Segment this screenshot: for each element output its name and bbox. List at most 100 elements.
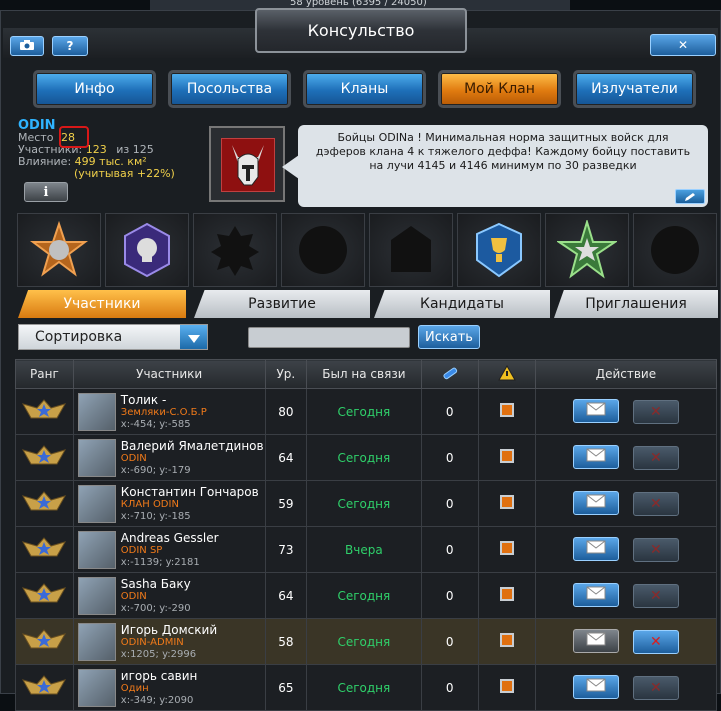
rank-cell xyxy=(15,480,74,527)
member-name[interactable]: игорь савин xyxy=(121,669,198,683)
tab-development[interactable]: Развитие xyxy=(194,290,370,318)
header-troops[interactable] xyxy=(420,359,479,389)
avatar[interactable] xyxy=(77,668,116,707)
table-row[interactable]: Толик - Земляки-С.О.Б.Р x:-454; y:-585 80 Се… xyxy=(15,388,718,435)
member-coords[interactable]: x:-1139; y:2181 xyxy=(121,557,219,569)
star-medal-icon[interactable] xyxy=(545,213,629,287)
table-row[interactable]: Andreas Gessler ODIN SP x:-1139; y:2181 73 В… xyxy=(15,526,718,573)
search-input[interactable] xyxy=(248,327,410,348)
member-name[interactable]: Валерий Ямалетдинов xyxy=(121,439,264,453)
avatar[interactable] xyxy=(77,530,116,569)
skull-medal-icon[interactable] xyxy=(105,213,189,287)
rank-cell xyxy=(15,572,74,619)
member-last-online: Вчера xyxy=(306,526,422,573)
member-cell[interactable]: Константин Гончаров КЛАН ODIN x:-710; y:-1… xyxy=(72,480,266,527)
nav-emitters[interactable]: Излучатели xyxy=(573,70,696,108)
screenshot-button[interactable] xyxy=(10,36,44,56)
header-level[interactable]: Ур. xyxy=(264,359,308,389)
nav-my-clan[interactable]: Мой Клан xyxy=(438,70,561,108)
member-checkbox[interactable] xyxy=(499,679,514,693)
tab-candidates[interactable]: Кандидаты xyxy=(374,290,550,318)
rank-insignia-icon xyxy=(21,674,67,701)
locked-medal-icon[interactable] xyxy=(281,213,365,287)
header-action: Действие xyxy=(534,359,718,389)
nav-clans[interactable]: Кланы xyxy=(303,70,426,108)
avatar[interactable] xyxy=(77,392,116,431)
action-cell: ✕ xyxy=(534,388,718,435)
kick-button[interactable]: ✕ xyxy=(632,676,679,701)
member-name[interactable]: Константин Гончаров xyxy=(121,485,259,499)
member-level: 80 xyxy=(264,388,308,435)
clan-info-button[interactable]: i xyxy=(24,182,68,202)
member-coords[interactable]: x:-700; y:-290 xyxy=(121,603,191,615)
nav-embassies[interactable]: Посольства xyxy=(168,70,291,108)
message-button[interactable] xyxy=(572,490,619,515)
member-coords[interactable]: x:1205; y:2996 xyxy=(121,649,217,661)
close-button[interactable]: ✕ xyxy=(650,34,716,56)
locked-medal-icon[interactable] xyxy=(633,213,717,287)
rank-insignia-icon xyxy=(21,398,67,425)
member-name[interactable]: Andreas Gessler xyxy=(121,531,219,545)
message-button[interactable] xyxy=(572,398,619,423)
member-checkbox[interactable] xyxy=(499,403,514,417)
fist-medal-icon[interactable] xyxy=(17,213,101,287)
message-button[interactable] xyxy=(572,674,619,699)
member-checkbox[interactable] xyxy=(499,541,514,555)
member-cell[interactable]: Sasha Баку ODIN x:-700; y:-290 xyxy=(72,572,266,619)
member-checkbox[interactable] xyxy=(499,633,514,647)
table-row[interactable]: игорь савин Один x:-349; y:2090 65 Сегодня 0 ✕ xyxy=(15,664,718,711)
table-row[interactable]: Sasha Баку ODIN x:-700; y:-290 64 Сегодня 0 ✕ xyxy=(15,572,718,619)
kick-button[interactable]: ✕ xyxy=(632,492,679,517)
window-title: Консульство xyxy=(255,8,467,53)
sort-dropdown-button[interactable] xyxy=(180,325,207,349)
message-button[interactable] xyxy=(572,582,619,607)
member-cell[interactable]: Валерий Ямалетдинов ODIN x:-690; y:-179 xyxy=(72,434,266,481)
member-name[interactable]: Толик - xyxy=(121,393,207,407)
avatar[interactable] xyxy=(77,622,116,661)
member-checkbox[interactable] xyxy=(499,495,514,509)
member-count: 0 xyxy=(420,572,479,619)
kick-button[interactable]: ✕ xyxy=(632,400,679,425)
tab-invitations[interactable]: Приглашения xyxy=(554,290,718,318)
member-coords[interactable]: x:-349; y:2090 xyxy=(121,695,198,707)
member-name[interactable]: Sasha Баку xyxy=(121,577,191,591)
member-cell[interactable]: Толик - Земляки-С.О.Б.Р x:-454; y:-585 xyxy=(72,388,266,435)
trophy-medal-icon[interactable] xyxy=(457,213,541,287)
close-icon: ✕ xyxy=(677,38,689,52)
message-button[interactable] xyxy=(572,628,619,653)
header-rank[interactable]: Ранг xyxy=(15,359,74,389)
kick-button[interactable]: ✕ xyxy=(632,446,679,471)
tab-members[interactable]: Участники xyxy=(18,290,186,318)
avatar[interactable] xyxy=(77,484,116,523)
header-last-online[interactable]: Был на связи xyxy=(306,359,422,389)
message-button[interactable] xyxy=(572,444,619,469)
avatar[interactable] xyxy=(77,576,116,615)
table-row[interactable]: Константин Гончаров КЛАН ODIN x:-710; y:-1… xyxy=(15,480,718,527)
table-row[interactable]: Игорь Домский ODIN-ADMIN x:1205; y:2996 58 С… xyxy=(15,618,718,665)
member-name[interactable]: Игорь Домский xyxy=(121,623,217,637)
table-row[interactable]: Валерий Ямалетдинов ODIN x:-690; y:-179 64 С… xyxy=(15,434,718,481)
member-cell[interactable]: Andreas Gessler ODIN SP x:-1139; y:2181 xyxy=(72,526,266,573)
member-checkbox[interactable] xyxy=(499,587,514,601)
header-warning[interactable] xyxy=(477,359,536,389)
member-cell[interactable]: игорь савин Один x:-349; y:2090 xyxy=(72,664,266,711)
member-coords[interactable]: x:-454; y:-585 xyxy=(121,419,207,431)
clan-emblem[interactable] xyxy=(209,126,285,202)
header-members[interactable]: Участники xyxy=(72,359,266,389)
locked-medal-icon[interactable] xyxy=(193,213,277,287)
rank-insignia-icon xyxy=(21,444,67,471)
member-checkbox[interactable] xyxy=(499,449,514,463)
kick-button[interactable]: ✕ xyxy=(632,630,679,655)
help-button[interactable]: ? xyxy=(52,36,88,56)
search-button[interactable]: Искать xyxy=(418,325,480,349)
member-coords[interactable]: x:-710; y:-185 xyxy=(121,511,259,523)
locked-medal-icon[interactable] xyxy=(369,213,453,287)
member-coords[interactable]: x:-690; y:-179 xyxy=(121,465,264,477)
kick-button[interactable]: ✕ xyxy=(632,584,679,609)
member-cell[interactable]: Игорь Домский ODIN-ADMIN x:1205; y:2996 xyxy=(72,618,266,665)
avatar[interactable] xyxy=(77,438,116,477)
edit-message-button[interactable] xyxy=(675,189,705,204)
nav-info[interactable]: Инфо xyxy=(33,70,156,108)
kick-button[interactable]: ✕ xyxy=(632,538,679,563)
message-button[interactable] xyxy=(572,536,619,561)
